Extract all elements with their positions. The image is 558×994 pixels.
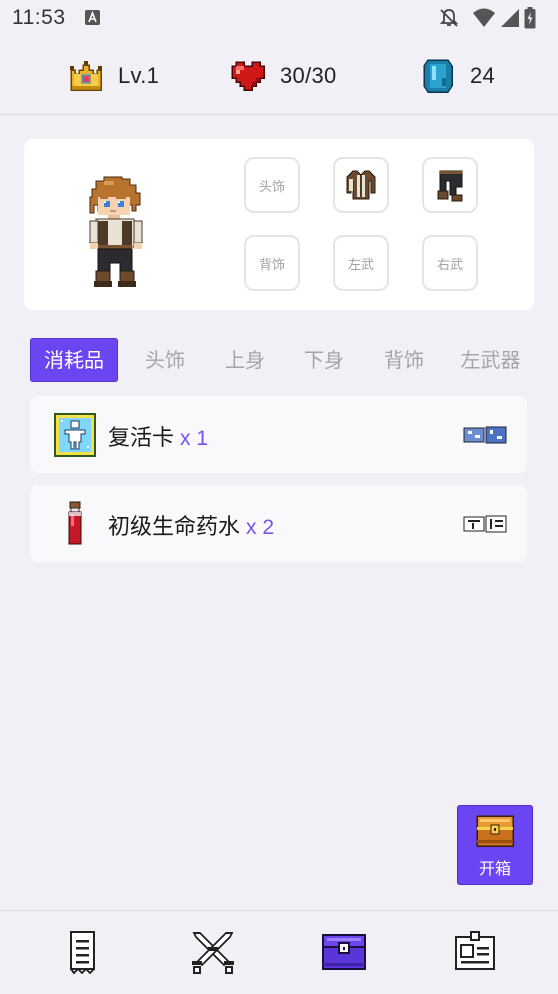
nav-log[interactable] xyxy=(58,929,108,975)
slot-back-label: 背饰 xyxy=(258,257,285,273)
character-card: 头饰 背饰 左武 右武 xyxy=(24,139,534,310)
pixel-glyph-blue-icon[interactable] xyxy=(463,425,507,445)
slot-right-weapon[interactable]: 右武 xyxy=(422,235,478,291)
id-card-icon xyxy=(454,931,496,971)
stats-header: Lv.1 30/30 24 xyxy=(0,38,558,115)
character-avatar xyxy=(89,176,143,287)
crossed-swords-icon xyxy=(192,932,234,974)
item-name-text: 复活卡 xyxy=(108,426,175,451)
status-bar: 11:53 xyxy=(0,0,558,38)
slot-back[interactable]: 背饰 xyxy=(244,235,300,291)
tab-upper-body[interactable]: 上身 xyxy=(210,338,280,382)
hp-text: 30/30 xyxy=(280,63,337,88)
open-chest-label: 开箱 xyxy=(478,859,511,878)
nav-inventory[interactable] xyxy=(319,929,369,975)
crown-icon xyxy=(70,61,102,91)
tab-back[interactable]: 背饰 xyxy=(369,338,439,382)
nav-battle[interactable] xyxy=(188,929,238,975)
slot-body[interactable] xyxy=(333,157,389,213)
hp-stat: 30/30 xyxy=(228,56,337,96)
slot-head-label: 头饰 xyxy=(258,179,285,195)
item-quantity: x 2 xyxy=(246,516,275,539)
item-name: 初级生命药水 x 2 xyxy=(108,509,274,541)
pixel-glyph-dark-icon[interactable] xyxy=(463,514,507,534)
signal-icon xyxy=(501,9,519,27)
item-name: 复活卡 x 1 xyxy=(108,420,208,452)
slot-right-weapon-label: 右武 xyxy=(436,257,463,273)
scroll-icon xyxy=(69,930,96,975)
bell-off-icon xyxy=(439,9,459,27)
item-name-text: 初级生命药水 xyxy=(108,515,241,540)
item-quantity: x 1 xyxy=(180,427,209,450)
notification-a-icon xyxy=(85,10,100,25)
nav-profile[interactable] xyxy=(450,929,500,975)
chest-icon xyxy=(322,934,366,970)
slot-legs[interactable] xyxy=(422,157,478,213)
jacket-icon xyxy=(346,170,376,200)
treasure-chest-icon xyxy=(476,815,514,847)
list-item[interactable]: 复活卡 x 1 xyxy=(30,396,527,473)
battery-charging-icon xyxy=(524,7,536,29)
slot-left-weapon[interactable]: 左武 xyxy=(333,235,389,291)
heart-icon xyxy=(231,61,265,91)
status-time: 11:53 xyxy=(12,6,66,29)
category-tabs: 消耗品 头饰 上身 下身 背饰 左武器 xyxy=(30,338,558,382)
tab-head[interactable]: 头饰 xyxy=(130,338,200,382)
open-chest-button[interactable]: 开箱 xyxy=(457,805,533,885)
tab-consumables[interactable]: 消耗品 xyxy=(30,338,118,382)
wifi-icon xyxy=(473,8,495,27)
slot-head[interactable]: 头饰 xyxy=(244,157,300,213)
gem-icon xyxy=(423,59,453,93)
pants-icon xyxy=(437,170,463,202)
list-item[interactable]: 初级生命药水 x 2 xyxy=(30,485,527,562)
bottom-nav xyxy=(0,910,558,994)
slot-left-weapon-label: 左武 xyxy=(347,257,374,273)
level-stat: Lv.1 xyxy=(66,56,159,96)
revive-card-icon xyxy=(54,413,96,457)
tab-left-weapon[interactable]: 左武器 xyxy=(453,338,528,382)
tab-lower-body[interactable]: 下身 xyxy=(289,338,359,382)
health-potion-icon xyxy=(68,501,82,545)
gem-text: 24 xyxy=(470,63,496,88)
level-text: Lv.1 xyxy=(118,63,160,88)
gem-stat: 24 xyxy=(418,56,495,96)
